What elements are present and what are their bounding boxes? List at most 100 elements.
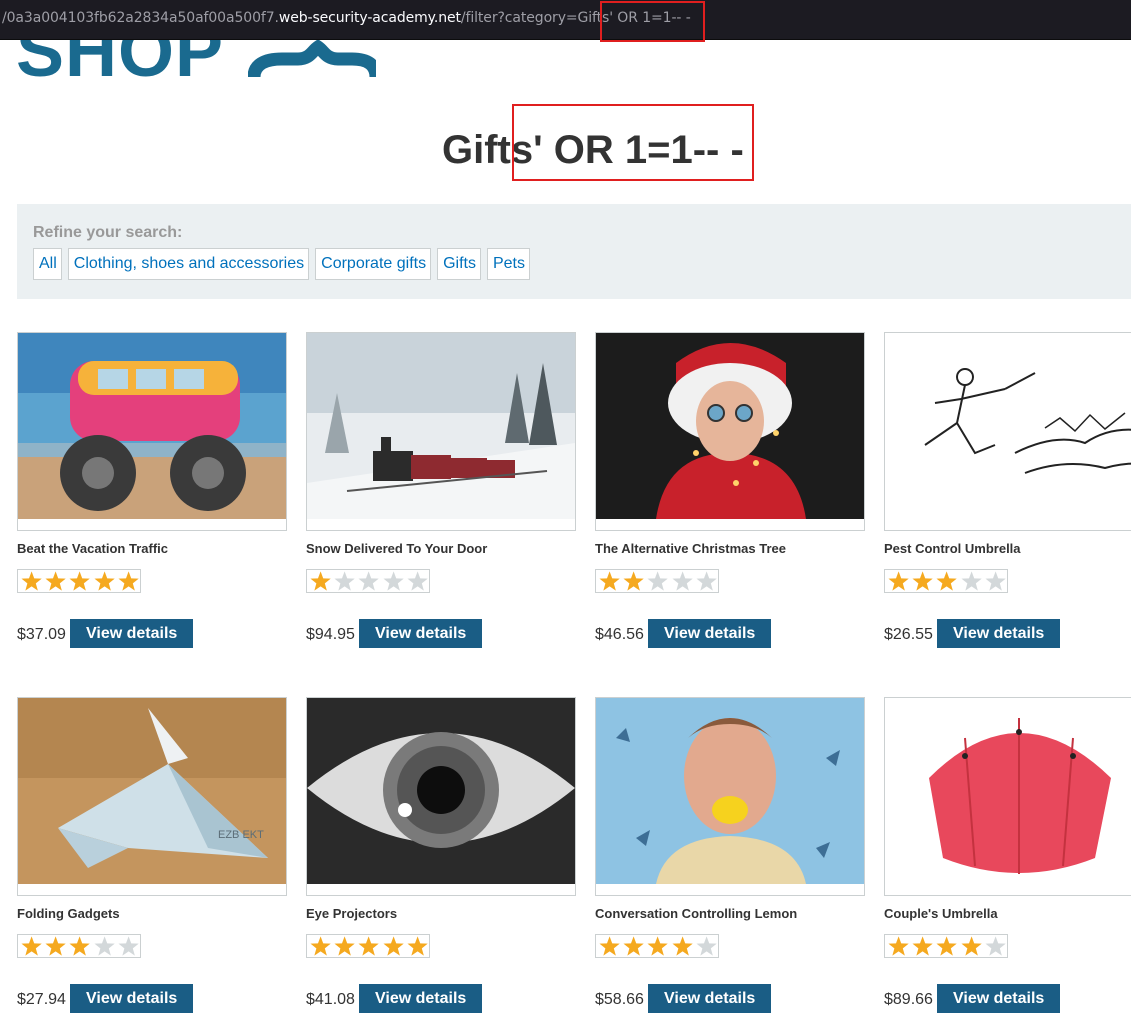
star-filled-icon (69, 936, 91, 956)
star-filled-icon (672, 936, 693, 956)
product-card: Snow Delivered To Your Door $94.95 View … (306, 332, 576, 648)
product-name: Beat the Vacation Traffic (17, 541, 168, 556)
product-price: $94.95 (306, 626, 355, 643)
rating-stars (17, 934, 141, 958)
view-details-button[interactable]: View details (359, 984, 483, 1013)
view-details-button[interactable]: View details (359, 619, 483, 648)
product-image[interactable] (884, 332, 1131, 531)
view-details-button[interactable]: View details (70, 619, 194, 648)
santa-lights-image (596, 333, 864, 519)
star-filled-icon (936, 936, 958, 956)
product-name: Eye Projectors (306, 906, 398, 921)
star-filled-icon (961, 936, 982, 956)
filter-all[interactable]: All (33, 248, 62, 280)
page-title: Gifts' OR 1=1-- - (442, 128, 744, 172)
star-filled-icon (407, 936, 428, 956)
star-empty-icon (383, 571, 404, 591)
product-image[interactable] (884, 697, 1131, 896)
view-details-button[interactable]: View details (937, 984, 1061, 1013)
star-filled-icon (21, 936, 42, 956)
filter-label: Refine your search: (33, 224, 183, 241)
product-image[interactable] (306, 332, 576, 531)
url-host: web-security-academy.net (278, 10, 461, 26)
star-filled-icon (647, 936, 669, 956)
star-filled-icon (936, 571, 958, 591)
product-price: $37.09 (17, 626, 66, 643)
red-umbrella-image (885, 698, 1131, 895)
star-empty-icon (407, 571, 428, 591)
star-filled-icon (623, 571, 644, 591)
umbrella-sketch-image (885, 333, 1131, 530)
product-name: Snow Delivered To Your Door (306, 541, 488, 556)
product-price: $46.56 (595, 626, 644, 643)
view-details-button[interactable]: View details (648, 984, 772, 1013)
product-card: Beat the Vacation Traffic $37.09 View de… (17, 332, 287, 648)
star-filled-icon (383, 936, 404, 956)
rating-stars (884, 934, 1008, 958)
product-image[interactable]: EZB EKT (17, 697, 287, 896)
product-card: Eye Projectors $41.08 View details (306, 697, 576, 1013)
star-empty-icon (985, 936, 1006, 956)
product-card: Couple's Umbrella $89.66 View details (884, 697, 1131, 1013)
category-filters: All Clothing, shoes and accessories Corp… (33, 248, 530, 280)
filter-corporate-gifts[interactable]: Corporate gifts (315, 248, 432, 280)
star-filled-icon (310, 571, 331, 591)
rating-stars (17, 569, 141, 593)
product-price: $58.66 (595, 991, 644, 1008)
lemon-man-image (596, 698, 864, 884)
star-empty-icon (118, 936, 139, 956)
star-filled-icon (310, 936, 331, 956)
star-filled-icon (912, 936, 933, 956)
star-empty-icon (985, 571, 1006, 591)
star-empty-icon (961, 571, 982, 591)
rating-stars (306, 934, 430, 958)
star-filled-icon (334, 936, 355, 956)
product-card: The Alternative Christmas Tree $46.56 Vi… (595, 332, 865, 648)
product-price: $27.94 (17, 991, 66, 1008)
url-prefix: /0a3a004103fb62a2834a50af00a500f7. (2, 10, 279, 26)
filter-clothing[interactable]: Clothing, shoes and accessories (67, 248, 310, 280)
rating-stars (306, 569, 430, 593)
view-details-button[interactable]: View details (648, 619, 772, 648)
svg-text:EZB EKT: EZB EKT (218, 829, 264, 841)
product-image[interactable] (595, 332, 865, 531)
product-name: Folding Gadgets (17, 906, 120, 921)
address-bar[interactable]: /0a3a004103fb62a2834a50af00a500f7.web-se… (0, 0, 1131, 40)
view-details-button[interactable]: View details (937, 619, 1061, 648)
star-filled-icon (912, 571, 933, 591)
star-filled-icon (358, 936, 380, 956)
star-filled-icon (599, 571, 620, 591)
product-card: Pest Control Umbrella $26.55 View detail… (884, 332, 1131, 648)
view-details-button[interactable]: View details (70, 984, 194, 1013)
rating-stars (595, 569, 719, 593)
product-name: Couple's Umbrella (884, 906, 998, 921)
product-name: Pest Control Umbrella (884, 541, 1021, 556)
star-filled-icon (45, 571, 66, 591)
star-empty-icon (358, 571, 380, 591)
product-card: Conversation Controlling Lemon $58.66 Vi… (595, 697, 865, 1013)
snowy-train-image (307, 333, 575, 519)
filter-gifts[interactable]: Gifts (437, 248, 481, 280)
star-filled-icon (623, 936, 644, 956)
star-filled-icon (118, 571, 139, 591)
product-price: $41.08 (306, 991, 355, 1008)
star-filled-icon (45, 936, 66, 956)
url-text[interactable]: /0a3a004103fb62a2834a50af00a500f7.web-se… (2, 10, 691, 26)
star-filled-icon (69, 571, 91, 591)
star-filled-icon (599, 936, 620, 956)
filter-panel: Refine your search: All Clothing, shoes … (17, 204, 1131, 299)
star-filled-icon (888, 571, 909, 591)
product-name: The Alternative Christmas Tree (595, 541, 786, 556)
filter-pets[interactable]: Pets (486, 248, 530, 280)
product-image[interactable] (17, 332, 287, 531)
eye-image (307, 698, 575, 884)
product-image[interactable] (595, 697, 865, 896)
star-empty-icon (647, 571, 669, 591)
star-empty-icon (334, 571, 355, 591)
product-image[interactable] (306, 697, 576, 896)
rating-stars (595, 934, 719, 958)
star-filled-icon (94, 571, 115, 591)
star-empty-icon (672, 571, 693, 591)
url-path: /filter?category=Gifts' OR 1=1-- - (460, 10, 691, 26)
star-empty-icon (696, 571, 717, 591)
